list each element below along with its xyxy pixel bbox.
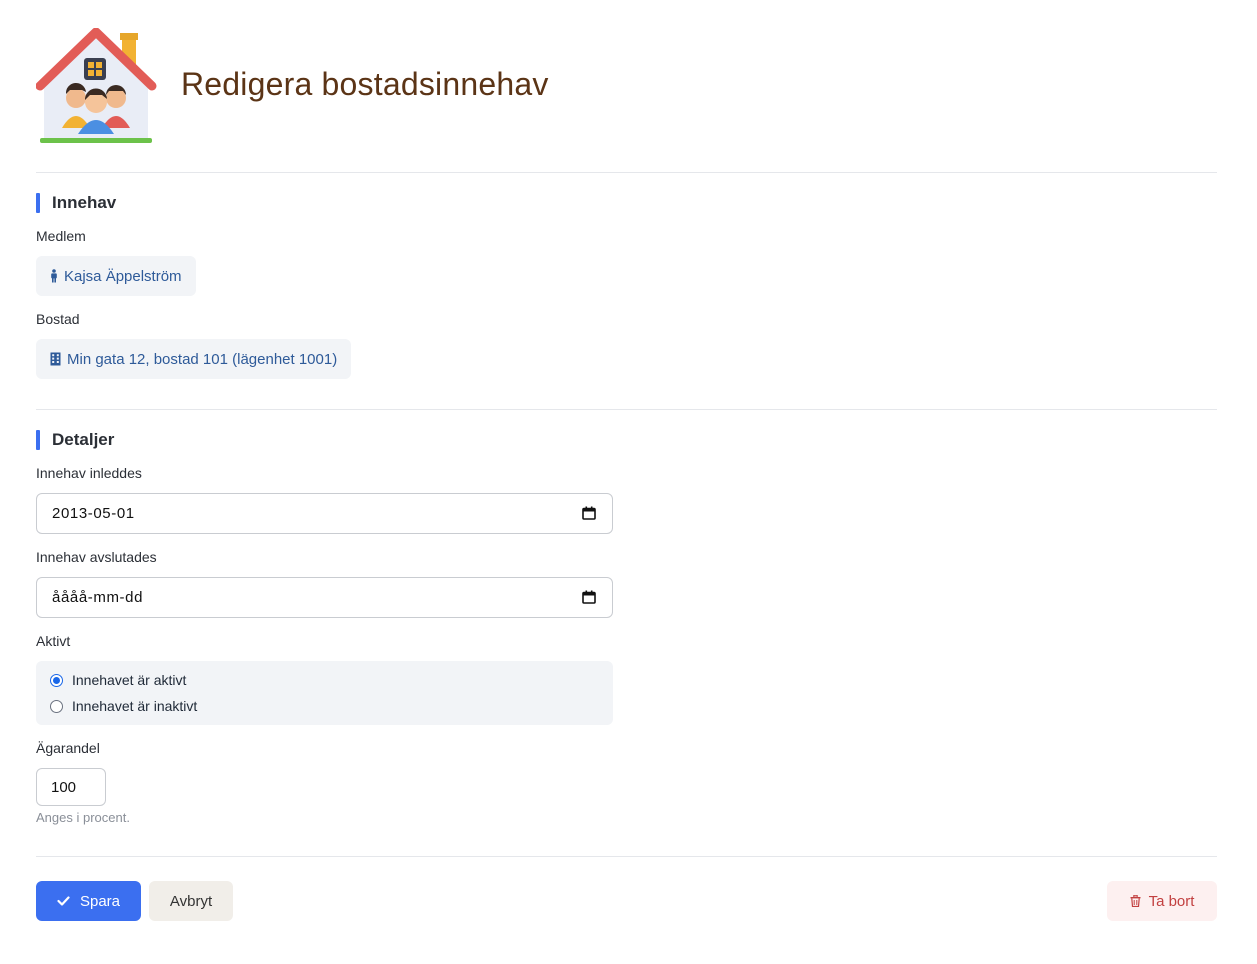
delete-label: Ta bort	[1148, 892, 1195, 910]
end-date-input[interactable]: åååå-mm-dd	[36, 577, 613, 618]
end-date-label: Innehav avslutades	[36, 549, 157, 565]
radio-inactive[interactable]: Innehavet är inaktivt	[50, 698, 197, 714]
radio-active[interactable]: Innehavet är aktivt	[50, 672, 186, 688]
section-title-details: Detaljer	[36, 430, 114, 450]
end-date-placeholder: åååå-mm-dd	[52, 589, 144, 606]
start-date-value: 2013-05-01	[52, 505, 135, 522]
member-link[interactable]: Kajsa Äppelström	[36, 256, 196, 296]
start-date-label: Innehav inleddes	[36, 465, 142, 481]
actions-divider	[36, 856, 1217, 857]
section-divider	[36, 409, 1217, 410]
building-icon	[50, 352, 61, 366]
page-header: Redigera bostadsinnehav	[36, 28, 1217, 173]
radio-active-label: Innehavet är aktivt	[72, 672, 187, 688]
member-name: Kajsa Äppelström	[64, 267, 182, 285]
residence-label: Bostad	[36, 311, 80, 327]
start-date-input[interactable]: 2013-05-01	[36, 493, 613, 534]
active-label: Aktivt	[36, 633, 71, 649]
cancel-label: Avbryt	[169, 892, 213, 910]
radio-button[interactable]	[50, 699, 63, 713]
check-icon	[57, 896, 70, 906]
share-input[interactable]: 100	[36, 768, 106, 806]
calendar-icon[interactable]	[582, 506, 596, 520]
save-label: Spara	[79, 892, 121, 910]
section-title-holding: Innehav	[36, 193, 116, 213]
calendar-icon[interactable]	[582, 590, 596, 604]
share-help: Anges i procent.	[36, 810, 130, 825]
share-label: Ägarandel	[36, 740, 100, 756]
save-button[interactable]: Spara	[36, 881, 141, 921]
active-radio-group: Innehavet är aktivt Innehavet är inaktiv…	[36, 661, 613, 725]
house-icon	[36, 28, 157, 143]
delete-button[interactable]: Ta bort	[1107, 881, 1217, 921]
residence-name: Min gata 12, bostad 101 (lägenhet 1001)	[67, 350, 338, 368]
residence-link[interactable]: Min gata 12, bostad 101 (lägenhet 1001)	[36, 339, 352, 379]
share-value: 100	[51, 778, 77, 796]
person-icon	[50, 269, 58, 283]
trash-icon	[1130, 895, 1141, 907]
cancel-button[interactable]: Avbryt	[149, 881, 233, 921]
radio-inactive-label: Innehavet är inaktivt	[72, 698, 198, 714]
page-title: Redigera bostadsinnehav	[181, 66, 549, 102]
radio-button-checked[interactable]	[50, 673, 63, 687]
member-label: Medlem	[36, 228, 86, 244]
